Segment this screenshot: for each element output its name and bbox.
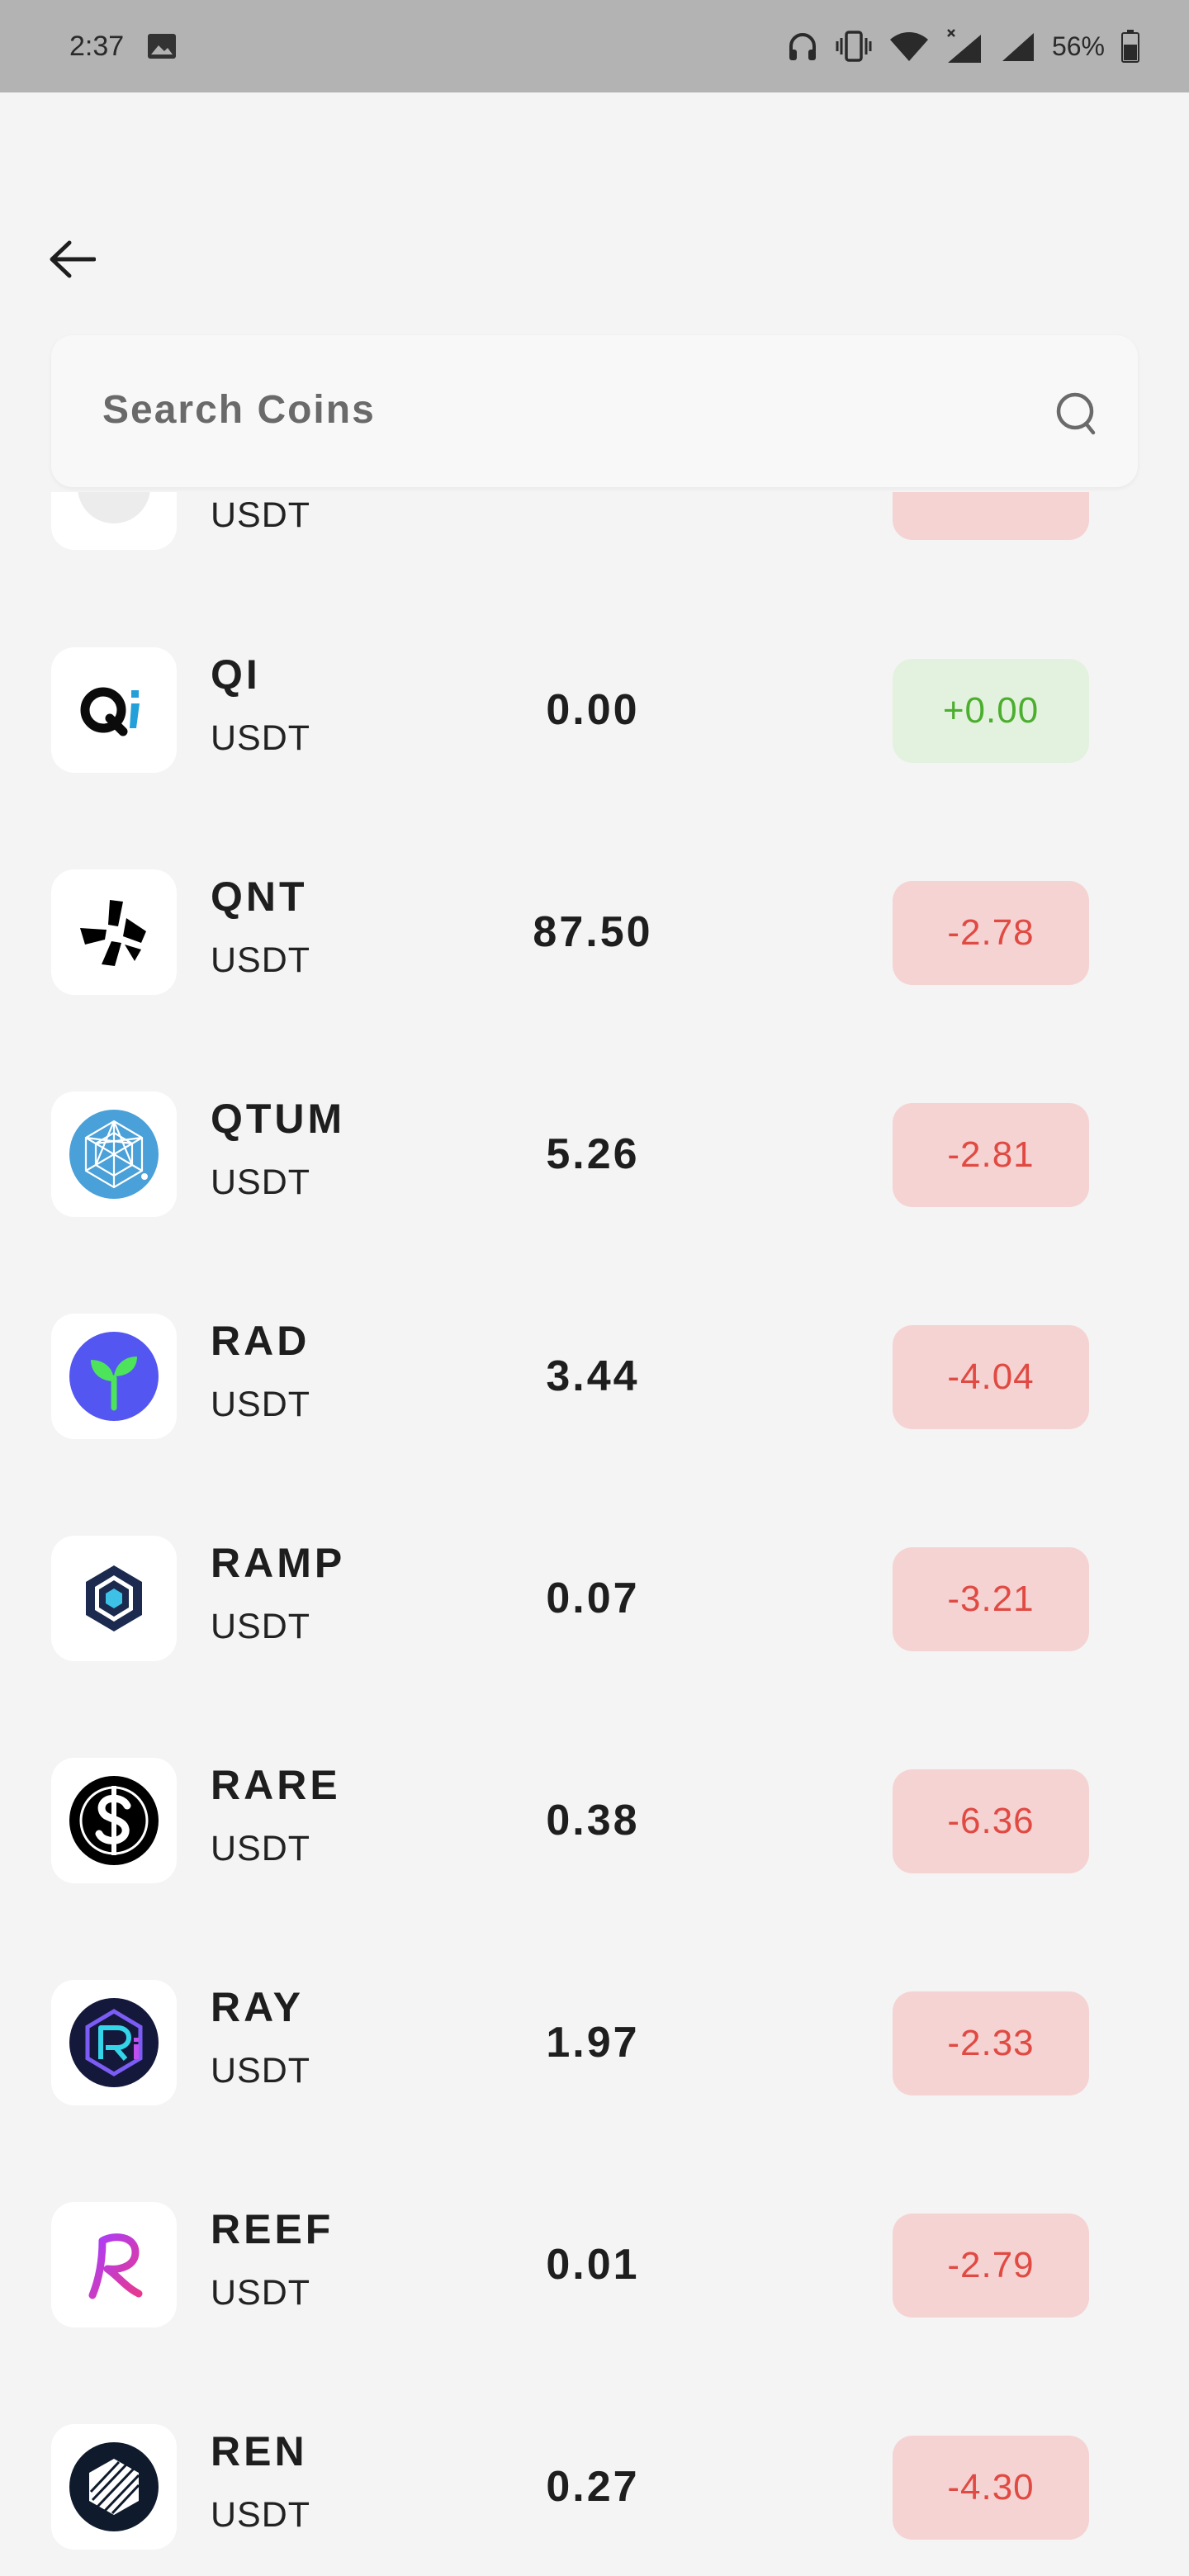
coin-quote: USDT	[211, 2273, 311, 2313]
change-badge: -2.33	[893, 1991, 1089, 2095]
qi-logo-icon	[80, 687, 140, 736]
change-badge: -2.79	[893, 2214, 1089, 2318]
coin-symbol: RARE	[211, 1762, 341, 1808]
ren-logo-icon	[69, 2442, 159, 2531]
headphones-icon	[786, 30, 819, 63]
change-value: -6.36	[947, 1801, 1035, 1841]
change-badge: -6.36	[893, 1769, 1089, 1873]
coin-quote: USDT	[211, 2495, 311, 2535]
coin-row-qi[interactable]: QI USDT 0.00 +0.00	[0, 644, 1189, 776]
vibrate-icon	[836, 30, 872, 63]
coin-logo	[51, 1758, 177, 1883]
ramp-logo-icon	[86, 1565, 142, 1631]
coin-price: 0.01	[546, 2241, 640, 2289]
change-value: +0.00	[942, 690, 1040, 731]
status-time: 2:37	[69, 30, 125, 62]
rare-logo-icon	[69, 1776, 159, 1865]
back-button[interactable]	[45, 236, 99, 282]
coin-logo	[51, 1980, 177, 2105]
change-badge: -4.30	[893, 2436, 1089, 2540]
coin-logo	[51, 1314, 177, 1439]
coin-quote: USDT	[211, 2051, 311, 2091]
coin-row-ray[interactable]: RAY USDT 1.97 -2.33	[0, 1977, 1189, 2109]
coin-symbol: REEF	[211, 2206, 334, 2252]
coin-row-ramp[interactable]: RAMP USDT 0.07 -3.21	[0, 1532, 1189, 1664]
change-badge: +0.00	[893, 659, 1089, 763]
wifi-icon	[888, 30, 930, 63]
coin-symbol: RAD	[211, 1318, 310, 1364]
coin-price: 3.44	[546, 1352, 640, 1400]
coin-price: 1.97	[546, 2019, 640, 2067]
battery-text: 56%	[1051, 31, 1105, 61]
arrow-left-icon	[50, 240, 96, 278]
reef-logo-icon	[88, 2233, 143, 2299]
search-input[interactable]	[102, 368, 978, 451]
coin-row-qnt[interactable]: QNT USDT 87.50 -2.78	[0, 866, 1189, 998]
coin-quote: USDT	[211, 718, 311, 758]
coin-symbol: RAY	[211, 1984, 304, 2030]
coin-logo	[51, 1536, 177, 1661]
coin-price: 0.00	[546, 686, 640, 734]
coin-quote: USDT	[211, 495, 311, 535]
change-value: -4.30	[947, 2467, 1035, 2507]
image-icon	[147, 33, 177, 59]
change-badge: -2.78	[893, 881, 1089, 985]
status-bar: 2:37 56%	[0, 0, 1189, 92]
coin-row-rare[interactable]: RARE USDT 0.38 -6.36	[0, 1754, 1189, 1887]
coin-symbol: RAMP	[211, 1540, 346, 1586]
qnt-logo-icon	[80, 900, 146, 966]
coin-row-qtum[interactable]: QTUM USDT 5.26 -2.81	[0, 1088, 1189, 1220]
coin-quote: USDT	[211, 1385, 311, 1424]
ray-logo-icon	[69, 1998, 159, 2087]
coin-symbol: QNT	[211, 874, 308, 920]
change-value: -2.78	[947, 912, 1035, 953]
change-value: -3.21	[947, 1579, 1035, 1619]
rad-logo-icon	[69, 1332, 159, 1421]
change-badge: -3.21	[893, 1547, 1089, 1651]
change-value: -2.79	[947, 2245, 1035, 2285]
change-value: -4.04	[947, 1357, 1035, 1397]
coin-logo	[51, 2424, 177, 2550]
change-value: -2.81	[947, 1134, 1035, 1175]
coin-price: 0.38	[546, 1797, 640, 1844]
coin-symbol: REN	[211, 2428, 308, 2474]
coin-symbol: QTUM	[211, 1096, 346, 1142]
coin-logo	[51, 1091, 177, 1217]
status-right: 56%	[786, 28, 1139, 64]
battery-icon	[1121, 30, 1139, 63]
coin-logo	[51, 2202, 177, 2327]
coin-price: 87.50	[533, 908, 653, 956]
coin-quote: USDT	[211, 1829, 311, 1868]
coin-price: 0.07	[546, 1574, 640, 1622]
signal-icon	[1001, 30, 1035, 63]
status-left: 2:37	[69, 31, 177, 63]
coin-logo	[51, 647, 177, 773]
coin-quote: USDT	[211, 1607, 311, 1646]
coin-row-rad[interactable]: RAD USDT 3.44 -4.04	[0, 1310, 1189, 1442]
signal-x-icon	[946, 28, 984, 64]
coin-price: 5.26	[546, 1130, 640, 1178]
coin-logo	[51, 869, 177, 995]
coin-symbol: QI	[211, 651, 261, 698]
coin-price: 0.27	[546, 2463, 640, 2511]
change-badge: -2.81	[893, 1103, 1089, 1207]
coin-row-ren[interactable]: REN USDT 0.27 -4.30	[0, 2421, 1189, 2553]
search-bar	[51, 335, 1138, 487]
coin-quote: USDT	[211, 940, 311, 980]
change-value: -2.33	[947, 2023, 1035, 2063]
change-badge: -4.04	[893, 1325, 1089, 1429]
search-icon[interactable]	[1055, 390, 1101, 439]
coin-quote: USDT	[211, 1163, 311, 1202]
qtum-logo-icon	[69, 1110, 159, 1199]
coin-row-reef[interactable]: REEF USDT 0.01 -2.79	[0, 2199, 1189, 2331]
